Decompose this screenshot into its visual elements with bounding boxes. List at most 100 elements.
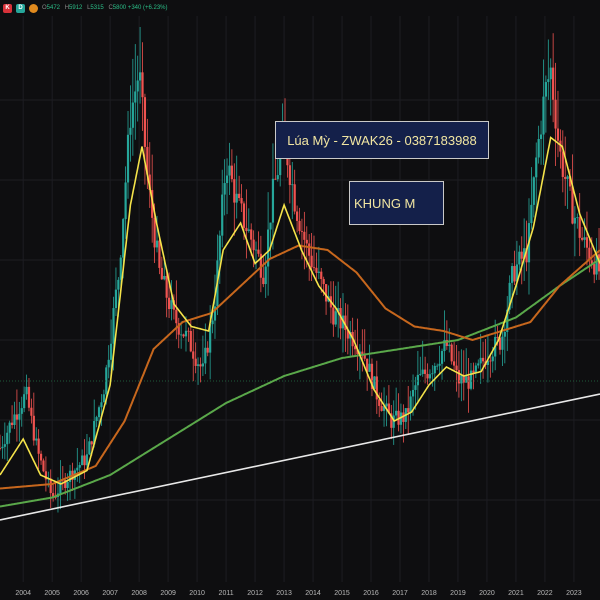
candle-body xyxy=(39,453,43,461)
candle-body xyxy=(141,72,144,98)
price-chart[interactable]: 2004 2005 2006 2007 2008 2009 2010 2011 2012 2013… xyxy=(0,0,600,600)
candle-body xyxy=(539,134,543,139)
candle-body xyxy=(472,370,475,373)
candle-body xyxy=(85,454,89,466)
x-tick-label: 2020 xyxy=(479,590,495,597)
candle-body xyxy=(395,410,398,416)
candle-body xyxy=(189,330,192,352)
timeframe-annotation[interactable]: KHUNG M xyxy=(349,181,444,225)
candle-body xyxy=(114,289,118,309)
candle-body xyxy=(426,373,429,379)
candle-body xyxy=(496,336,499,338)
candle-body xyxy=(15,414,19,420)
candle-body xyxy=(112,308,115,344)
candle-body xyxy=(334,311,337,325)
candle-body xyxy=(102,394,105,403)
candle-body xyxy=(187,330,190,332)
x-tick-label: 2005 xyxy=(44,590,60,597)
candle-body xyxy=(192,351,195,359)
candle-body xyxy=(18,413,21,420)
candle-body xyxy=(585,237,589,248)
x-tick-label: 2009 xyxy=(160,590,176,597)
candle-body xyxy=(298,220,301,232)
candle-body xyxy=(288,165,291,185)
candle-body xyxy=(274,178,277,180)
candle-body xyxy=(566,176,569,179)
candle-body xyxy=(122,219,125,258)
candle-body xyxy=(78,465,81,468)
candle-body xyxy=(542,96,545,135)
candle-body xyxy=(218,235,221,261)
candle-body xyxy=(460,375,463,384)
candle-body xyxy=(194,358,197,366)
candle-body xyxy=(254,249,258,251)
candle-body xyxy=(175,309,178,324)
candle-body xyxy=(291,184,294,186)
candle-body xyxy=(223,183,226,195)
candle-body xyxy=(489,360,492,362)
candle-body xyxy=(501,336,504,350)
candle-body xyxy=(32,415,35,441)
candle-body xyxy=(510,266,514,283)
candle-body xyxy=(6,432,9,445)
candle-body xyxy=(134,91,137,103)
candle-body xyxy=(573,217,576,224)
x-tick-label: 2012 xyxy=(247,590,263,597)
candle-body xyxy=(124,182,127,220)
candle-body xyxy=(13,414,16,425)
candle-body xyxy=(583,237,586,240)
candle-body xyxy=(238,193,241,199)
candle-body xyxy=(547,79,550,83)
candle-body xyxy=(20,408,23,414)
candle-body xyxy=(264,266,267,285)
candle-body xyxy=(107,359,110,368)
candle-body xyxy=(322,279,325,285)
candle-body xyxy=(155,240,159,248)
x-tick-label: 2010 xyxy=(189,590,205,597)
candle-body xyxy=(368,363,371,372)
candle-body xyxy=(513,266,516,282)
x-tick-label: 2017 xyxy=(392,590,408,597)
candle-body xyxy=(8,422,11,433)
x-tick-label: 2015 xyxy=(334,590,350,597)
candle-body xyxy=(257,249,260,254)
candle-body xyxy=(163,275,166,280)
candle-body xyxy=(407,408,410,413)
candle-body xyxy=(552,67,555,100)
candle-body xyxy=(491,356,494,362)
candle-body xyxy=(27,386,31,408)
candle-body xyxy=(296,211,299,221)
candle-body xyxy=(233,179,236,203)
candle-body xyxy=(206,347,209,353)
candle-body xyxy=(308,243,311,256)
candle-body xyxy=(324,284,328,302)
candle-body xyxy=(419,373,422,375)
title-annotation[interactable]: Lúa Mỳ - ZWAK26 - 0387183988 xyxy=(275,121,489,159)
candle-body xyxy=(42,460,45,472)
candle-body xyxy=(448,344,451,346)
candle-body xyxy=(129,127,132,135)
candle-body xyxy=(544,82,547,97)
candle-body xyxy=(436,365,439,367)
candle-body xyxy=(303,231,306,240)
x-tick-label: 2008 xyxy=(131,590,147,597)
candle-body xyxy=(561,151,564,177)
candle-body xyxy=(153,217,156,248)
candle-body xyxy=(138,72,142,81)
candle-body xyxy=(242,203,246,228)
candle-body xyxy=(431,373,434,375)
candle-body xyxy=(479,357,482,364)
candle-body xyxy=(312,267,316,269)
candle-body xyxy=(305,239,308,244)
candle-body xyxy=(315,267,318,273)
candle-body xyxy=(593,264,596,275)
candle-body xyxy=(211,320,214,325)
time-axis: 2004 2005 2006 2007 2008 2009 2010 2011 2012 2013… xyxy=(15,590,581,597)
candle-body xyxy=(440,351,444,364)
candle-body xyxy=(182,334,185,337)
candle-body xyxy=(225,175,229,184)
candle-body xyxy=(1,446,4,449)
candle-body xyxy=(438,363,441,366)
candle-body xyxy=(167,297,171,310)
candle-body xyxy=(247,229,250,231)
